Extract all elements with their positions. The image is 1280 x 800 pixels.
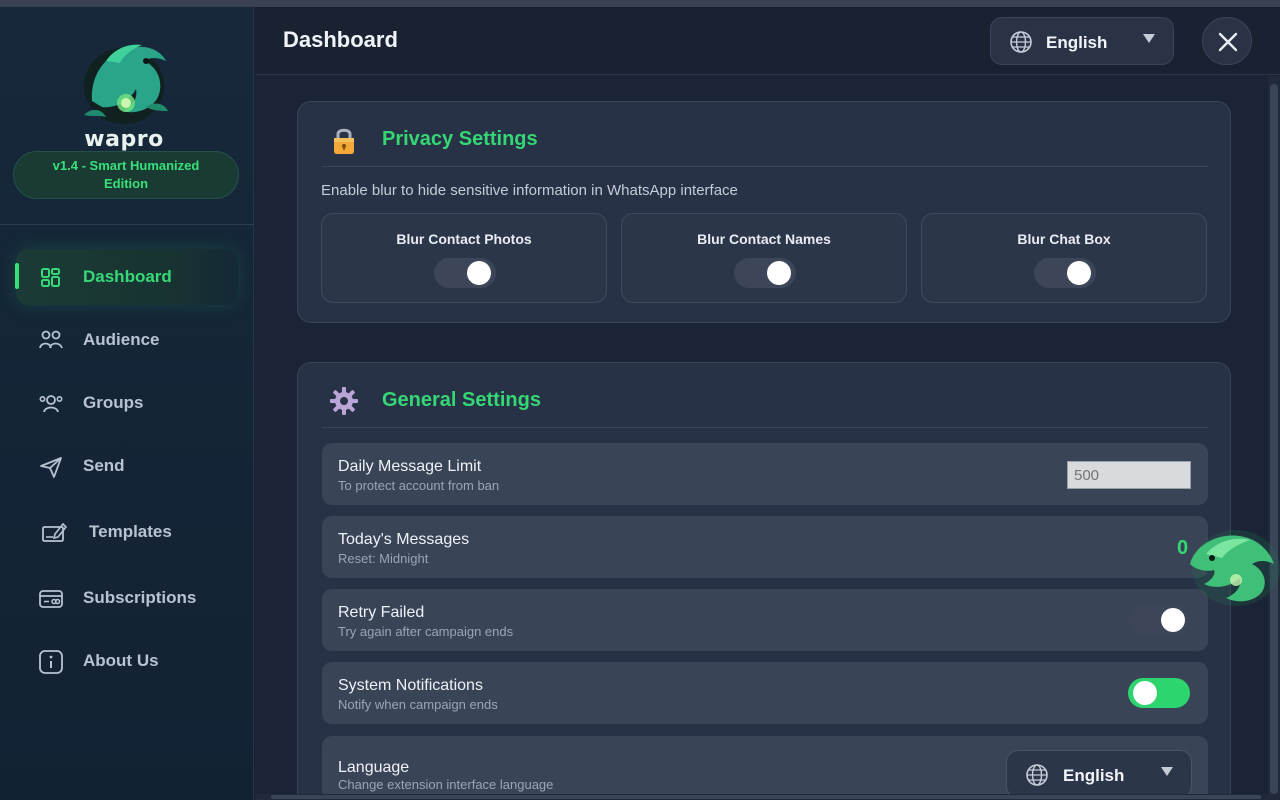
todays-messages-row: Today's Messages Reset: Midnight 0 (322, 516, 1208, 578)
sidebar-item-label: Dashboard (83, 267, 172, 286)
horizontal-scrollbar[interactable] (255, 794, 1268, 800)
language-value: English (1046, 33, 1108, 52)
page-title: Dashboard (283, 27, 398, 52)
send-icon (40, 457, 62, 478)
system-notifications-toggle[interactable] (1128, 678, 1190, 708)
sidebar-item-send[interactable]: Send (16, 438, 238, 494)
audience-icon (39, 330, 63, 349)
option-label: Blur Contact Names (697, 231, 831, 247)
general-settings-title: General Settings (382, 389, 541, 411)
row-title: Daily Message Limit (338, 458, 482, 475)
sidebar-item-subscriptions[interactable]: Subscriptions (16, 570, 238, 626)
language-value: English (1063, 766, 1125, 785)
version-badge: v1.4 - Smart Humanized Edition (13, 151, 239, 199)
blur-chat-box-option: Blur Chat Box (921, 213, 1207, 303)
system-notifications-row: System Notifications Notify when campaig… (322, 662, 1208, 724)
logo-text: wapro (84, 127, 164, 152)
sidebar-item-label: About Us (83, 651, 159, 670)
sidebar-item-label: Audience (83, 330, 160, 349)
info-icon (39, 650, 63, 674)
sidebar-item-templates[interactable]: Templates (16, 504, 238, 560)
header: Dashboard English (255, 7, 1280, 75)
row-subtitle: To protect account from ban (338, 478, 500, 493)
sidebar-item-audience[interactable]: Audience (16, 312, 238, 368)
sidebar-item-label: Send (83, 456, 125, 475)
card-divider (322, 427, 1208, 428)
app-logo: wapro (62, 31, 186, 152)
chevron-down-icon (1143, 34, 1155, 43)
close-button[interactable] (1202, 17, 1252, 65)
row-subtitle: Reset: Midnight (338, 551, 429, 566)
retry-failed-row: Retry Failed Try again after campaign en… (322, 589, 1208, 651)
privacy-description: Enable blur to hide sensitive informatio… (321, 182, 738, 199)
sidebar: wapro v1.4 - Smart Humanized Edition Das… (0, 7, 254, 800)
blur-contact-names-toggle[interactable] (734, 258, 796, 288)
scrollbar-thumb[interactable] (1270, 84, 1278, 794)
toggle-knob (1067, 261, 1091, 285)
toggle-knob (1133, 681, 1157, 705)
sidebar-item-dashboard[interactable]: Dashboard (15, 249, 238, 305)
blur-contact-photos-toggle[interactable] (434, 258, 496, 288)
globe-icon (1026, 764, 1048, 786)
row-subtitle: Try again after campaign ends (338, 624, 514, 639)
groups-icon (39, 395, 63, 413)
row-subtitle: Change extension interface language (338, 777, 554, 792)
dolphin-logo-icon (84, 44, 168, 124)
row-title: Retry Failed (338, 604, 425, 621)
scrollbar-thumb[interactable] (271, 795, 1261, 799)
window-top-strip (0, 0, 1280, 7)
sidebar-item-label: Groups (83, 393, 144, 412)
toggle-knob (1161, 608, 1185, 632)
option-label: Blur Contact Photos (396, 231, 532, 247)
row-subtitle: Notify when campaign ends (338, 697, 498, 712)
main-panel: Dashboard English Privacy Settings Enabl… (255, 7, 1280, 800)
blur-contact-names-option: Blur Contact Names (621, 213, 907, 303)
toggle-knob (767, 261, 791, 285)
row-title: System Notifications (338, 677, 483, 694)
language-select[interactable]: English (990, 17, 1174, 65)
daily-message-limit-row: Daily Message Limit To protect account f… (322, 443, 1208, 505)
row-title: Language (338, 759, 410, 776)
language-row: Language Change extension interface lang… (322, 736, 1208, 800)
card-divider (322, 166, 1208, 167)
subscriptions-icon (39, 590, 63, 608)
option-label: Blur Chat Box (1017, 231, 1111, 247)
sidebar-divider (0, 224, 254, 225)
settings-content[interactable]: Privacy Settings Enable blur to hide sen… (255, 76, 1268, 800)
blur-chat-box-toggle[interactable] (1034, 258, 1096, 288)
sidebar-item-label: Subscriptions (83, 588, 197, 607)
dolphin-mascot-icon[interactable] (1176, 520, 1280, 610)
chevron-down-icon (1161, 767, 1173, 776)
daily-limit-input[interactable] (1067, 461, 1191, 489)
sidebar-item-groups[interactable]: Groups (16, 375, 238, 431)
interface-language-select[interactable]: English (1006, 750, 1192, 798)
vertical-scrollbar[interactable] (1268, 76, 1280, 800)
row-title: Today's Messages (338, 531, 470, 548)
sidebar-item-label: Templates (89, 522, 172, 541)
general-settings-card: General Settings Daily Message Limit To … (297, 362, 1231, 800)
dashboard-icon (41, 268, 60, 287)
sidebar-item-about-us[interactable]: About Us (16, 633, 238, 689)
templates-icon (42, 522, 68, 542)
globe-icon (1010, 31, 1032, 53)
privacy-settings-title: Privacy Settings (382, 128, 538, 150)
privacy-settings-card: Privacy Settings Enable blur to hide sen… (297, 101, 1231, 323)
toggle-knob (467, 261, 491, 285)
gear-icon (330, 387, 358, 415)
lock-icon (334, 128, 354, 154)
close-icon (1218, 32, 1238, 52)
blur-contact-photos-option: Blur Contact Photos (321, 213, 607, 303)
